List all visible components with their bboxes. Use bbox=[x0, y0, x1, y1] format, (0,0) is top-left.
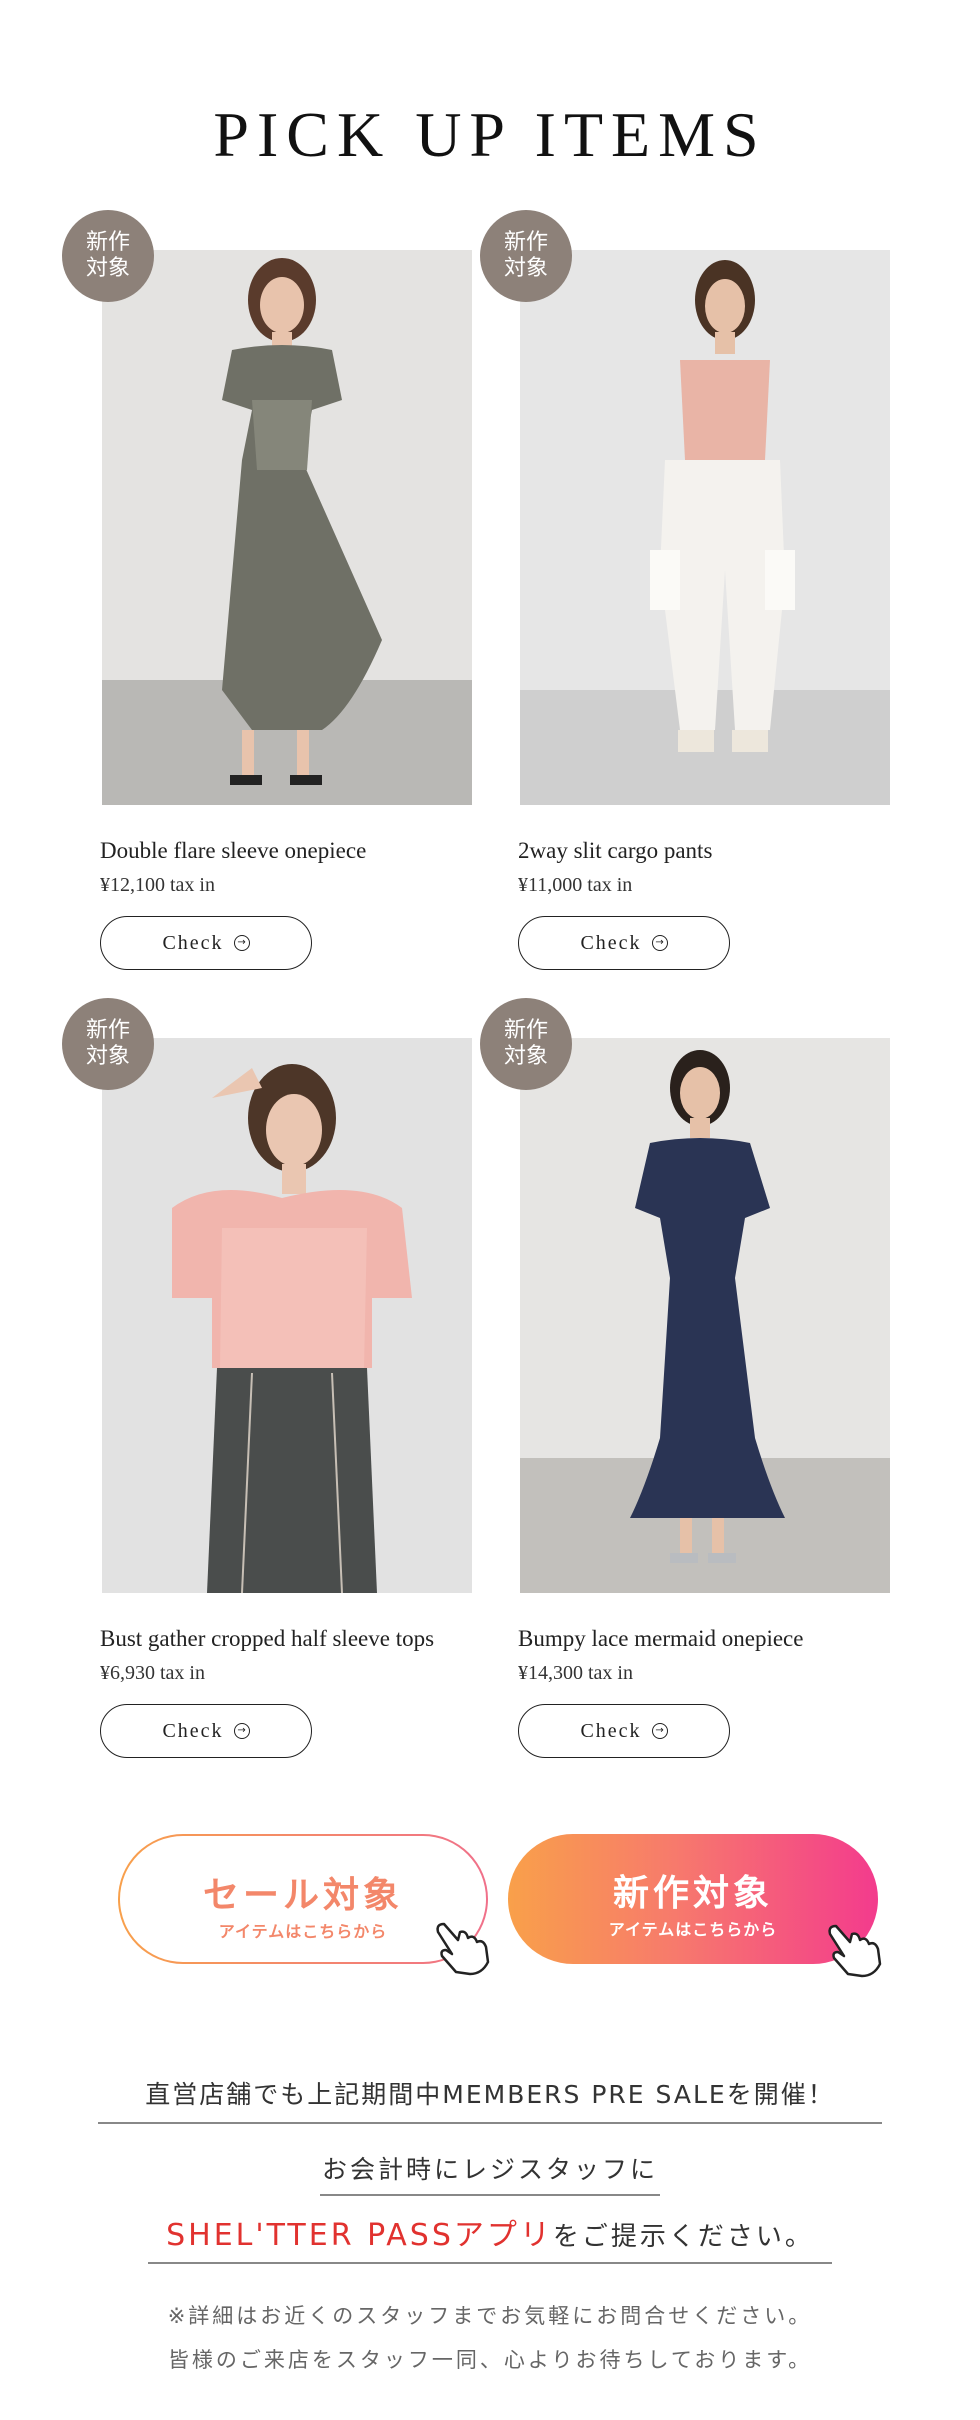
badge-line2: 対象 bbox=[85, 1044, 130, 1069]
badge-line1: 新作 bbox=[85, 1018, 130, 1043]
app-instruction: SHEL'TTER PASSアプリをご提示ください。 bbox=[0, 2210, 980, 2254]
details-note: ※詳細はお近くのスタッフまでお気軽にお問合せください。 bbox=[167, 2304, 813, 2328]
check-label: Check bbox=[580, 931, 642, 954]
check-label: Check bbox=[162, 931, 224, 954]
product-name[interactable]: Bumpy lace mermaid onepiece bbox=[518, 1626, 938, 1652]
new-item-badge: 新作 対象 bbox=[62, 210, 154, 302]
app-instruction-rest: をご提示ください。 bbox=[552, 2222, 814, 2252]
register-instruction: お会計時にレジスタッフに bbox=[321, 2155, 658, 2184]
product-price: ¥11,000 tax in bbox=[518, 874, 633, 896]
store-sale-notice: 直営店舗でも上記期間中MEMBERS PRE SALEを開催！ bbox=[145, 2080, 835, 2109]
check-button[interactable]: Check → bbox=[100, 1704, 312, 1758]
product-name[interactable]: Bust gather cropped half sleeve tops bbox=[100, 1626, 520, 1652]
new-items-button[interactable]: 新作対象 アイテムはこちらから bbox=[508, 1834, 882, 1978]
check-button[interactable]: Check → bbox=[100, 916, 312, 970]
divider bbox=[320, 2194, 660, 2196]
badge-line1: 新作 bbox=[85, 230, 130, 255]
check-label: Check bbox=[162, 1719, 224, 1742]
new-item-badge: 新作 対象 bbox=[480, 998, 572, 1090]
welcome-note: 皆様のご来店をスタッフ一同、心よりお待ちしております。 bbox=[167, 2348, 813, 2372]
badge-line2: 対象 bbox=[503, 256, 548, 281]
product-card: 新作 対象 Double flare sleeve onepiece ¥12,1… bbox=[62, 210, 482, 990]
arrow-right-circle-icon: → bbox=[233, 1723, 250, 1739]
arrow-right-circle-icon: → bbox=[651, 935, 668, 951]
product-card: 新作 対象 Bumpy lace mermaid onepiece ¥14,30… bbox=[480, 998, 900, 1778]
new-item-badge: 新作 対象 bbox=[480, 210, 572, 302]
pointing-hand-icon bbox=[828, 1924, 882, 1978]
pointing-hand-icon bbox=[436, 1922, 490, 1976]
app-name: SHEL'TTER PASSアプリ bbox=[166, 2218, 553, 2253]
arrow-right-circle-icon: → bbox=[233, 935, 250, 951]
page-title: PICK UP ITEMS bbox=[213, 99, 767, 170]
product-photo[interactable] bbox=[102, 1038, 472, 1593]
check-label: Check bbox=[580, 1719, 642, 1742]
new-items-title: 新作対象 bbox=[612, 1873, 773, 1914]
arrow-right-circle-icon: → bbox=[651, 1723, 668, 1739]
check-button[interactable]: Check → bbox=[518, 1704, 730, 1758]
product-price: ¥14,300 tax in bbox=[518, 1662, 633, 1684]
badge-line2: 対象 bbox=[503, 1044, 548, 1069]
product-photo[interactable] bbox=[520, 250, 890, 805]
product-price: ¥12,100 tax in bbox=[100, 874, 215, 896]
new-item-badge: 新作 対象 bbox=[62, 998, 154, 1090]
product-price: ¥6,930 tax in bbox=[100, 1662, 205, 1684]
divider bbox=[148, 2262, 832, 2264]
check-button[interactable]: Check → bbox=[518, 916, 730, 970]
sale-items-button[interactable]: セール対象 アイテムはこちらから bbox=[118, 1834, 490, 1976]
badge-line1: 新作 bbox=[503, 1018, 548, 1043]
product-card: 新作 対象 2way slit cargo pants ¥11,000 tax … bbox=[480, 210, 900, 990]
product-card: 新作 対象 Bust gather cropped half sleeve to… bbox=[62, 998, 482, 1778]
product-name[interactable]: Double flare sleeve onepiece bbox=[100, 838, 520, 864]
product-name[interactable]: 2way slit cargo pants bbox=[518, 838, 938, 864]
badge-line2: 対象 bbox=[85, 256, 130, 281]
product-photo[interactable] bbox=[102, 250, 472, 805]
divider bbox=[98, 2122, 882, 2124]
product-photo[interactable] bbox=[520, 1038, 890, 1593]
badge-line1: 新作 bbox=[503, 230, 548, 255]
